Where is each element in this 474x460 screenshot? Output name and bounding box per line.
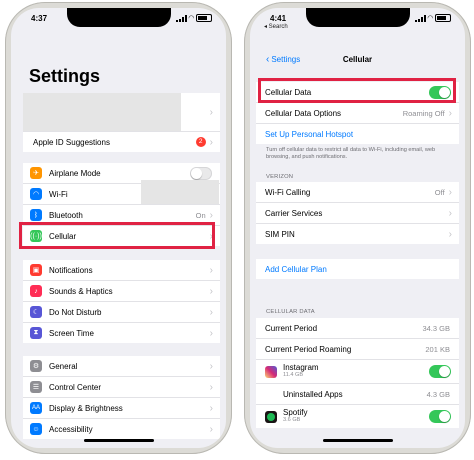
control-center-row[interactable]: ☰ Control Center › xyxy=(23,377,220,398)
carrier-group: Wi-Fi Calling Off › Carrier Services › S… xyxy=(256,182,459,244)
status-time: 4:37 xyxy=(31,14,48,23)
chevron-right-icon: › xyxy=(209,209,213,221)
wifi-calling-row[interactable]: Wi-Fi Calling Off › xyxy=(256,182,459,203)
status-time: 4:41 xyxy=(270,14,287,23)
cellular-data-highlight-box xyxy=(258,78,456,103)
apple-id-group: › Apple ID Suggestions 2 › xyxy=(23,93,220,152)
notch xyxy=(305,8,410,27)
current-period-roaming-row: Current Period Roaming 201 KB xyxy=(256,339,459,360)
nav-bar: ‹ Settings Cellular xyxy=(250,46,465,70)
instagram-toggle[interactable] xyxy=(429,365,451,378)
apple-id-suggestions-row[interactable]: Apple ID Suggestions 2 › xyxy=(23,132,220,152)
chevron-right-icon: › xyxy=(209,136,213,148)
accessibility-row[interactable]: ☺ Accessibility › xyxy=(23,419,220,439)
chevron-right-icon: › xyxy=(209,402,213,414)
add-cellular-plan-row[interactable]: Add Cellular Plan xyxy=(256,259,459,279)
add-plan-group: Add Cellular Plan xyxy=(256,259,459,279)
status-icons: ◠ xyxy=(414,14,451,22)
notification-badge: 2 xyxy=(195,137,206,147)
notifications-icon: ▣ xyxy=(30,264,42,276)
chevron-right-icon: › xyxy=(209,327,213,339)
general-row[interactable]: ⚙ General › xyxy=(23,356,220,377)
cellular-highlight-box xyxy=(19,222,215,249)
instagram-icon xyxy=(265,365,277,378)
accessibility-icon: ☺ xyxy=(30,423,42,435)
sim-pin-row[interactable]: SIM PIN › xyxy=(256,224,459,244)
bluetooth-value: On xyxy=(195,210,206,220)
sounds-row[interactable]: ♪ Sounds & Haptics › xyxy=(23,281,220,302)
left-phone: 4:37 ◠ Settings › Apple ID Suggestions 2… xyxy=(5,2,232,454)
hourglass-icon: ⧗ xyxy=(30,327,42,339)
wifi-icon: ◠ xyxy=(30,188,42,200)
spotify-icon xyxy=(265,410,277,423)
airplane-icon: ✈ xyxy=(30,167,42,179)
general-group: ⚙ General › ☰ Control Center › AA Displa… xyxy=(23,356,220,439)
chevron-right-icon: › xyxy=(448,107,452,119)
control-center-icon: ☰ xyxy=(30,381,42,393)
apple-id-row[interactable]: › xyxy=(23,93,220,132)
screen-time-row[interactable]: ⧗ Screen Time › xyxy=(23,323,220,343)
gear-icon: ⚙ xyxy=(30,360,42,372)
status-icons: ◠ xyxy=(175,14,212,22)
wifi-status-icon: ◠ xyxy=(427,14,433,22)
display-brightness-row[interactable]: AA Display & Brightness › xyxy=(23,398,220,419)
chevron-right-icon: › xyxy=(209,423,213,435)
chevron-right-icon: › xyxy=(209,106,213,118)
signal-icon xyxy=(414,14,426,22)
chevron-right-icon: › xyxy=(448,186,452,198)
system-group: ▣ Notifications › ♪ Sounds & Haptics › ☾… xyxy=(23,260,220,343)
sound-icon: ♪ xyxy=(30,285,42,297)
battery-icon xyxy=(196,14,212,22)
back-to-search[interactable]: ◂ Search xyxy=(264,23,288,30)
home-indicator xyxy=(83,439,154,442)
airplane-mode-toggle[interactable] xyxy=(190,166,212,180)
spotify-toggle[interactable] xyxy=(429,410,451,423)
chevron-right-icon: › xyxy=(209,306,213,318)
notifications-row[interactable]: ▣ Notifications › xyxy=(23,260,220,281)
wifi-row[interactable]: ◠ Wi-Fi xyxy=(23,180,220,205)
right-phone: 4:41 ◂ Search ◠ ‹ Settings Cellular Cell… xyxy=(244,2,471,454)
home-indicator xyxy=(322,439,393,442)
chevron-right-icon: › xyxy=(209,360,213,372)
chevron-right-icon: › xyxy=(209,381,213,393)
signal-icon xyxy=(175,14,187,22)
page-title: Settings xyxy=(29,66,101,86)
wifi-status-icon: ◠ xyxy=(188,14,194,22)
uninstalled-apps-row: Uninstalled Apps 4.3 GB xyxy=(256,384,459,405)
redacted-profile xyxy=(23,93,181,131)
chevron-right-icon: › xyxy=(209,285,213,297)
spotify-row: Spotify 3.6 GB xyxy=(256,405,459,428)
personal-hotspot-row[interactable]: Set Up Personal Hotspot xyxy=(256,124,459,144)
chevron-right-icon: › xyxy=(448,207,452,219)
redacted-wifi-name xyxy=(141,180,219,204)
nav-title: Cellular xyxy=(342,55,373,64)
moon-icon: ☾ xyxy=(30,306,42,318)
cellular-usage-header: CELLULAR DATA xyxy=(266,309,315,315)
chevron-right-icon: › xyxy=(209,264,213,276)
verizon-header: VERIZON xyxy=(266,174,294,180)
notch xyxy=(66,8,171,27)
usage-group: Current Period 34.3 GB Current Period Ro… xyxy=(256,318,459,428)
chevron-right-icon: › xyxy=(448,228,452,240)
right-screen: 4:41 ◂ Search ◠ ‹ Settings Cellular Cell… xyxy=(250,8,465,448)
carrier-services-row[interactable]: Carrier Services › xyxy=(256,203,459,224)
instagram-row: Instagram 11.4 GB xyxy=(256,360,459,384)
bluetooth-icon: ᛒ xyxy=(30,209,42,221)
display-icon: AA xyxy=(30,402,42,414)
battery-icon xyxy=(435,14,451,22)
do-not-disturb-row[interactable]: ☾ Do Not Disturb › xyxy=(23,302,220,323)
current-period-row: Current Period 34.3 GB xyxy=(256,318,459,339)
cellular-data-options-row[interactable]: Cellular Data Options Roaming Off › xyxy=(256,103,459,124)
cellular-data-note: Turn off cellular data to restrict all d… xyxy=(266,147,436,160)
